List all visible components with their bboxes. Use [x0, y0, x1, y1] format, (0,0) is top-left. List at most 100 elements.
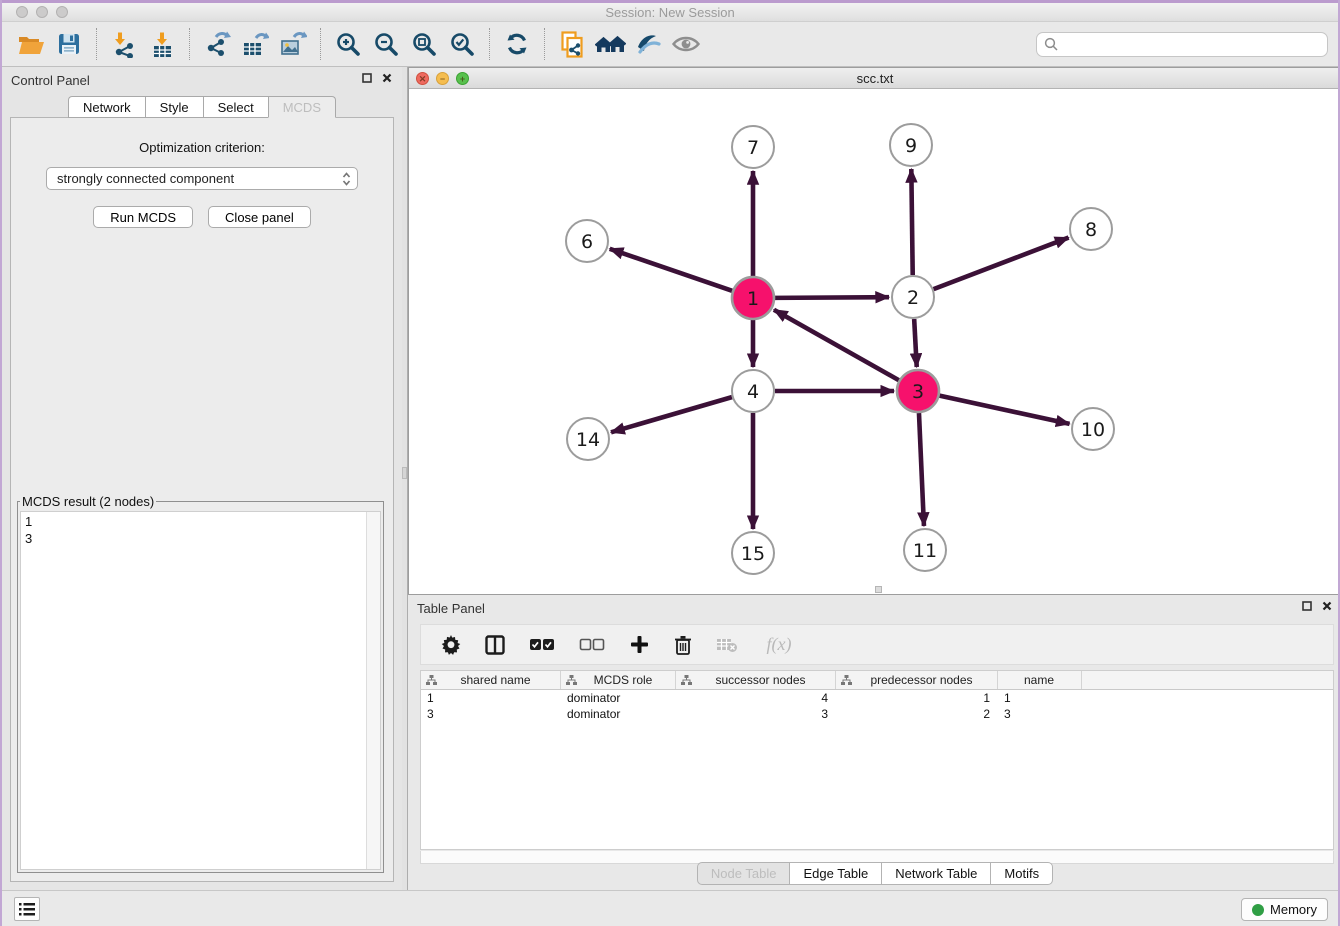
home-button[interactable] — [591, 26, 629, 62]
criterion-select[interactable]: strongly connected component — [46, 167, 358, 190]
table-row[interactable]: 3dominator323 — [421, 706, 1333, 722]
graph-node-label: 7 — [747, 137, 759, 159]
graph-edge-3-1[interactable] — [774, 310, 899, 380]
tab-edge-table[interactable]: Edge Table — [789, 862, 881, 885]
delete-table-icon — [716, 637, 738, 653]
graph-node-7[interactable]: 7 — [732, 126, 774, 168]
toolbar-separator — [544, 28, 545, 60]
mcds-result-fieldset: MCDS result (2 nodes) 1 3 — [17, 494, 384, 873]
export-network-button[interactable] — [198, 26, 236, 62]
tab-network[interactable]: Network — [68, 96, 145, 118]
graph-node-2[interactable]: 2 — [892, 276, 934, 318]
attribute-tree-icon — [426, 675, 437, 686]
graph-edge-2-3[interactable] — [914, 319, 917, 367]
deselect-all-icon — [579, 638, 605, 651]
import-network-button[interactable] — [105, 26, 143, 62]
mcds-result-box[interactable]: 1 3 — [20, 511, 381, 870]
tab-motifs[interactable]: Motifs — [990, 862, 1053, 885]
network-canvas[interactable]: 1 2 3 4 6 7 8 9 10 11 14 15 — [409, 89, 1340, 594]
table-panel: Table Panel — [408, 595, 1340, 890]
add-column-button[interactable] — [627, 633, 651, 657]
zoom-out-icon — [373, 31, 399, 57]
toolbar-separator — [96, 28, 97, 60]
graph-node-3[interactable]: 3 — [897, 370, 939, 412]
graph-edge-2-8[interactable] — [934, 238, 1069, 290]
zoom-in-button[interactable] — [329, 26, 367, 62]
float-panel-icon[interactable] — [1302, 601, 1312, 611]
zoom-selected-button[interactable] — [443, 26, 481, 62]
tab-network-table[interactable]: Network Table — [881, 862, 990, 885]
deselect-all-button[interactable] — [577, 633, 607, 657]
graph-node-label: 6 — [581, 231, 593, 253]
column-view-button[interactable] — [483, 633, 507, 657]
graph-node-label: 14 — [576, 429, 600, 451]
mcds-result-title: MCDS result (2 nodes) — [20, 494, 156, 509]
show-hide-button[interactable] — [667, 26, 705, 62]
function-builder-button[interactable]: f(x) — [759, 633, 799, 657]
settings-gear-button[interactable] — [439, 633, 463, 657]
graph-edge-4-14[interactable] — [611, 397, 732, 432]
export-table-button[interactable] — [236, 26, 274, 62]
tab-style[interactable]: Style — [145, 96, 203, 118]
graph-edge-1-6[interactable] — [610, 249, 732, 291]
style-details-button[interactable] — [629, 26, 667, 62]
close-panel-icon[interactable] — [1322, 601, 1332, 611]
tab-select[interactable]: Select — [203, 96, 268, 118]
clone-network-button[interactable] — [553, 26, 591, 62]
table-row[interactable]: 1dominator411 — [421, 690, 1333, 706]
result-scrollbar[interactable] — [366, 512, 380, 869]
refresh-button[interactable] — [498, 26, 536, 62]
graph-node-9[interactable]: 9 — [890, 124, 932, 166]
zoom-out-button[interactable] — [367, 26, 405, 62]
delete-column-button[interactable] — [671, 633, 695, 657]
column-header-1[interactable]: MCDS role — [561, 671, 676, 689]
table-cell: dominator — [561, 690, 676, 706]
select-all-button[interactable] — [527, 633, 557, 657]
network-resize-handle[interactable] — [875, 586, 882, 593]
column-header-3[interactable]: predecessor nodes — [836, 671, 998, 689]
column-header-0[interactable]: shared name — [421, 671, 561, 689]
control-panel-tabs: Network Style Select MCDS — [2, 96, 402, 118]
save-session-button[interactable] — [50, 26, 88, 62]
import-network-icon — [111, 31, 137, 58]
graph-node-6[interactable]: 6 — [566, 220, 608, 262]
graph-node-label: 9 — [905, 135, 917, 157]
graph-node-label: 1 — [747, 288, 759, 310]
graph-node-4[interactable]: 4 — [732, 370, 774, 412]
export-image-button[interactable] — [274, 26, 312, 62]
graph-node-10[interactable]: 10 — [1072, 408, 1114, 450]
graph-edge-3-10[interactable] — [939, 396, 1069, 424]
export-image-icon — [280, 31, 307, 57]
tab-node-table[interactable]: Node Table — [697, 862, 790, 885]
open-session-button[interactable] — [12, 26, 50, 62]
memory-button[interactable]: Memory — [1241, 898, 1328, 921]
zoom-fit-button[interactable] — [405, 26, 443, 62]
mcds-panel: Optimization criterion: strongly connect… — [10, 117, 394, 882]
search-box[interactable] — [1036, 32, 1328, 57]
column-header-4[interactable]: name — [998, 671, 1082, 689]
graph-node-1[interactable]: 1 — [732, 277, 774, 319]
graph-node-8[interactable]: 8 — [1070, 208, 1112, 250]
table-cell: 1 — [998, 690, 1082, 706]
run-mcds-button[interactable]: Run MCDS — [93, 206, 193, 228]
import-table-button[interactable] — [143, 26, 181, 62]
network-window-titlebar[interactable]: ✕ − + scc.txt — [409, 68, 1340, 89]
export-network-icon — [204, 31, 231, 57]
graph-node-14[interactable]: 14 — [567, 418, 609, 460]
float-panel-icon[interactable] — [362, 73, 372, 83]
task-history-button[interactable] — [14, 897, 40, 921]
graph-edge-1-2[interactable] — [775, 297, 889, 298]
graph-node-11[interactable]: 11 — [904, 529, 946, 571]
export-table-icon — [242, 31, 269, 57]
graph-edge-2-9[interactable] — [911, 169, 912, 275]
tab-mcds[interactable]: MCDS — [268, 96, 336, 118]
network-window: ✕ − + scc.txt 1 2 3 4 6 7 8 9 10 11 14 15 — [408, 67, 1340, 595]
close-panel-icon[interactable] — [382, 73, 392, 83]
close-panel-button[interactable]: Close panel — [208, 206, 311, 228]
graph-edge-3-11[interactable] — [919, 413, 924, 526]
delete-table-button[interactable] — [715, 633, 739, 657]
search-input[interactable] — [1063, 36, 1320, 53]
graph-node-15[interactable]: 15 — [732, 532, 774, 574]
column-header-2[interactable]: successor nodes — [676, 671, 836, 689]
split-divider-handle[interactable] — [402, 467, 407, 479]
